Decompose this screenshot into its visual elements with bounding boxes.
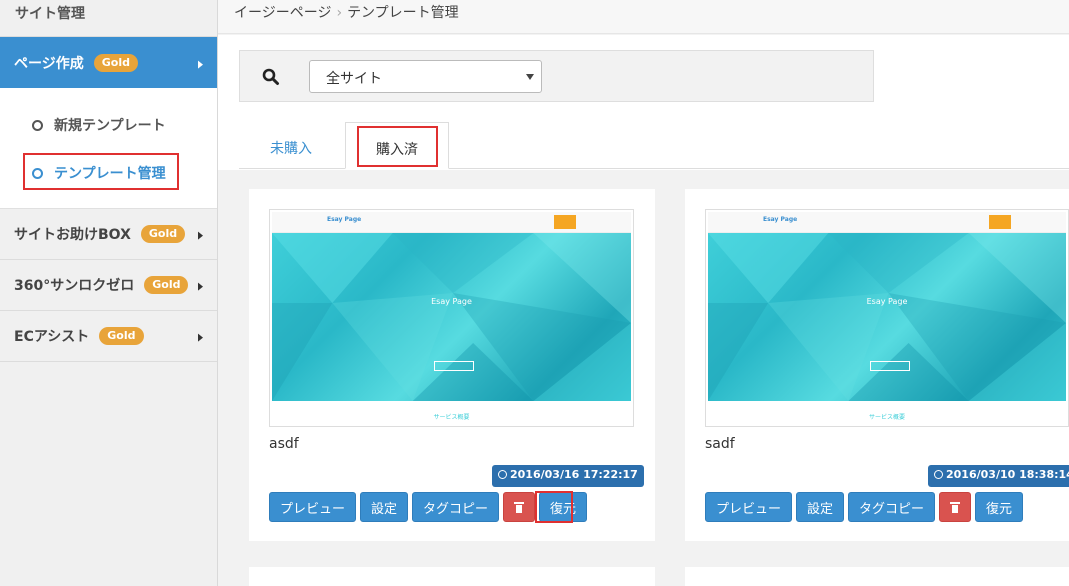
sidebar-item-ec-assist[interactable]: ECアシスト Gold xyxy=(0,311,217,362)
thumbnail-hero-title: Esay Page xyxy=(866,297,908,306)
thumbnail-footer: サービス概要 xyxy=(708,401,1066,426)
sidebar-item-360[interactable]: 360°サンロクゼロ Gold xyxy=(0,260,217,311)
thumbnail-logo: Esay Page xyxy=(327,216,362,223)
thumbnail-nav: Esay Page xyxy=(272,212,631,233)
sidebar-item-label: ページ作成 xyxy=(14,55,84,72)
highlight-box xyxy=(535,491,573,523)
gold-badge: Gold xyxy=(99,327,144,345)
highlight-box xyxy=(357,126,438,167)
date-badge: 2016/03/16 17:22:17 xyxy=(492,465,644,487)
template-card xyxy=(249,567,655,586)
template-title: sadf xyxy=(705,436,735,452)
settings-button[interactable]: 設定 xyxy=(360,492,409,522)
template-title: asdf xyxy=(269,436,299,452)
thumbnail-nav-button xyxy=(989,215,1011,229)
sidebar-item-label: ECアシスト xyxy=(14,329,90,345)
restore-button[interactable]: 復元 xyxy=(975,492,1024,522)
breadcrumb-separator: › xyxy=(336,5,343,21)
polygon-pattern xyxy=(272,233,631,401)
site-select-value: 全サイト xyxy=(326,71,382,87)
sidebar: サイト管理 ページ作成 Gold 新規テンプレート テンプレート管理 サイトお助… xyxy=(0,0,218,586)
tab-unpurchased[interactable]: 未購入 xyxy=(239,122,343,169)
highlight-box xyxy=(23,153,179,190)
preview-button[interactable]: プレビュー xyxy=(705,492,793,522)
tag-copy-button[interactable]: タグコピー xyxy=(848,492,936,522)
thumbnail-hero-title: Esay Page xyxy=(431,297,472,306)
sidebar-subitem-label: 新規テンプレート xyxy=(54,118,166,134)
template-card xyxy=(685,567,1069,586)
thumbnail-hero: Esay Page xyxy=(272,233,631,401)
template-thumbnail[interactable]: Esay Page Esay Page サービス概要 xyxy=(705,209,1069,427)
delete-button[interactable] xyxy=(939,492,972,522)
gold-badge: Gold xyxy=(93,53,138,72)
thumbnail-hero-button xyxy=(870,361,910,371)
breadcrumb-current: テンプレート管理 xyxy=(347,5,459,21)
template-card: Esay Page Esay Page xyxy=(249,189,655,541)
preview-button[interactable]: プレビュー xyxy=(269,492,357,522)
date-text: 2016/03/16 17:22:17 xyxy=(510,468,638,481)
main-content: 全サイト 未購入 購入済 Esay Page Esay Page サービス概要 … xyxy=(218,35,1069,586)
search-icon[interactable] xyxy=(262,68,280,86)
sidebar-item-page-creation[interactable]: ページ作成 Gold xyxy=(0,37,217,88)
tab-bar: 未購入 購入済 xyxy=(239,122,1069,169)
date-text: 2016/03/10 18:38:14 xyxy=(946,468,1069,481)
thumbnail-footer: サービス概要 xyxy=(272,401,631,426)
thumbnail-nav-button xyxy=(554,215,576,229)
tag-copy-button[interactable]: タグコピー xyxy=(412,492,500,522)
clock-icon xyxy=(934,470,943,479)
chevron-right-icon xyxy=(198,333,203,342)
thumbnail-nav: Esay Page xyxy=(708,212,1066,233)
settings-button[interactable]: 設定 xyxy=(796,492,845,522)
card-actions: プレビュー 設定 タグコピー 復元 xyxy=(705,492,1024,522)
breadcrumb: イージーページ › テンプレート管理 xyxy=(218,0,1069,34)
breadcrumb-root[interactable]: イージーページ xyxy=(234,5,331,21)
polygon-pattern xyxy=(708,233,1066,401)
sidebar-subitem-new-template[interactable]: 新規テンプレート xyxy=(32,115,166,135)
template-card: Esay Page Esay Page xyxy=(685,189,1069,541)
chevron-right-icon xyxy=(198,60,203,69)
thumbnail-hero-button xyxy=(434,361,474,371)
sidebar-item-label: 360°サンロクゼロ xyxy=(14,278,135,294)
site-select[interactable]: 全サイト xyxy=(309,60,542,93)
delete-button[interactable] xyxy=(503,492,536,522)
circle-icon xyxy=(32,119,43,131)
search-bar: 全サイト xyxy=(239,50,874,102)
gold-badge: Gold xyxy=(140,225,186,243)
trash-icon xyxy=(514,501,525,513)
date-badge: 2016/03/10 18:38:14 xyxy=(928,465,1069,487)
sidebar-item-site-help-box[interactable]: サイトお助けBOX Gold xyxy=(0,209,217,260)
gold-badge: Gold xyxy=(144,276,189,294)
sidebar-submenu: 新規テンプレート テンプレート管理 xyxy=(0,88,217,209)
sidebar-item-label: サイトお助けBOX xyxy=(14,227,131,243)
template-grid: Esay Page Esay Page サービス概要 asdf 2016/03/… xyxy=(218,170,1069,586)
trash-icon xyxy=(950,501,961,513)
thumbnail-logo: Esay Page xyxy=(763,216,798,223)
chevron-right-icon xyxy=(198,231,203,240)
template-thumbnail[interactable]: Esay Page Esay Page サービス概要 xyxy=(269,209,634,427)
thumbnail-hero: Esay Page xyxy=(708,233,1066,401)
sidebar-title: サイト管理 xyxy=(15,6,85,22)
clock-icon xyxy=(498,470,507,479)
chevron-right-icon xyxy=(198,282,203,291)
caret-down-icon xyxy=(526,74,534,80)
